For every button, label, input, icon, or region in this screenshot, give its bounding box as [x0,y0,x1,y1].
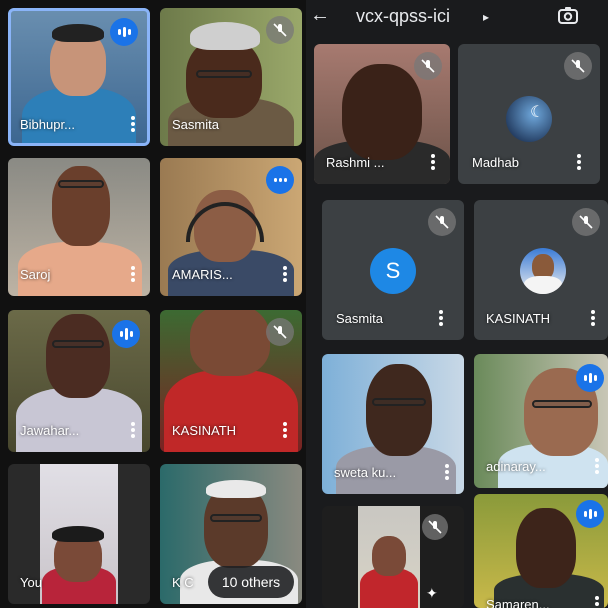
more-options-icon[interactable] [426,152,440,172]
tile-jawahar[interactable]: Jawahar... [8,310,150,452]
participant-name: Rashmi ... [326,155,385,170]
participant-name: Saroj [20,267,51,282]
person-head [46,314,110,398]
tile-participant-small[interactable]: ✦ [322,506,464,608]
person-head [186,38,262,118]
tile-sweta[interactable]: sweta ku... [322,354,464,494]
muted-mic-icon [266,318,294,346]
moon-icon: ☾ [530,104,545,121]
speaking-indicator-icon [110,18,138,46]
left-video-grid: Bibhupr... Sasmita Saroj AMARIS... Jawah… [0,0,306,608]
person-hair [206,480,266,498]
more-options-icon[interactable] [590,594,604,608]
person-head [516,508,576,588]
speaking-indicator-icon [266,166,294,194]
person-hair [52,526,104,542]
back-arrow-icon[interactable]: ← [310,4,330,27]
speaking-indicator-icon [112,320,140,348]
sparkle-icon: ✦ [426,585,438,601]
more-options-icon[interactable] [278,420,292,440]
glasses [532,400,592,408]
person-hair [190,22,260,50]
meeting-code[interactable]: vcx-qpss-ici [356,6,450,27]
participant-name: Madhab [472,155,519,170]
participant-name: KASINATH [486,311,551,326]
participant-name: Sasmita [336,311,383,326]
avatar: ☾ [506,96,552,142]
more-options-icon[interactable] [590,456,604,476]
person-head [342,64,422,160]
tile-saroj[interactable]: Saroj [8,158,150,296]
others-count-button[interactable]: 10 others [208,566,294,598]
speaking-indicator-icon [576,500,604,528]
more-options-icon[interactable] [126,114,140,134]
tile-madhab[interactable]: ☾ Madhab [458,44,600,184]
person-head [190,310,270,376]
glasses [58,180,104,188]
more-options-icon[interactable] [126,420,140,440]
person-head [52,166,110,246]
muted-mic-icon [428,208,456,236]
more-options-icon[interactable] [572,152,586,172]
tile-you[interactable]: You [8,464,150,604]
person-head [372,536,406,576]
person-head [366,364,432,456]
participant-name: You [20,575,42,590]
muted-mic-icon [266,16,294,44]
muted-mic-icon [564,52,592,80]
participant-name: Samaren... [486,597,550,608]
glasses [196,70,252,78]
avatar [520,248,566,294]
meeting-header: ← vcx-qpss-ici ▸ [306,0,608,34]
others-label: 10 others [221,574,281,590]
tile-adinaray[interactable]: adinaray... [474,354,608,488]
muted-mic-icon [572,208,600,236]
glasses [372,398,426,406]
more-options-icon[interactable] [586,308,600,328]
more-options-icon[interactable] [434,308,448,328]
more-options-icon[interactable] [278,264,292,284]
avatar: S [370,248,416,294]
glasses [52,340,104,348]
glasses [210,514,262,522]
right-video-grid: Rashmi ... ☾ Madhab S Sasmita KASINATH s… [306,0,608,608]
camera-switch-icon[interactable] [556,4,580,28]
tile-sasmita-avatar[interactable]: S Sasmita [322,200,464,340]
participant-name: Sasmita [172,117,219,132]
participant-name: K C [172,575,194,590]
meeting-info-arrow-icon[interactable]: ▸ [483,10,489,24]
tile-bibhupr[interactable]: Bibhupr... [8,8,150,146]
tile-sasmita[interactable]: Sasmita [160,8,302,146]
tile-samaren[interactable]: Samaren... [474,494,608,608]
muted-mic-icon [414,52,442,80]
participant-name: KASINATH [172,423,237,438]
speaking-indicator-icon [576,364,604,392]
tile-amaris[interactable]: AMARIS... [160,158,302,296]
muted-mic-icon [422,514,448,540]
participant-name: adinaray... [486,459,546,474]
participant-name: AMARIS... [172,267,233,282]
more-options-icon[interactable] [440,462,454,482]
tile-rashmi[interactable]: Rashmi ... [314,44,450,184]
person-hair [52,24,104,42]
tile-kasinath-avatar[interactable]: KASINATH [474,200,608,340]
more-options-icon[interactable] [126,264,140,284]
tile-kasinath[interactable]: KASINATH [160,310,302,452]
participant-name: Bibhupr... [20,117,75,132]
participant-name: sweta ku... [334,465,397,480]
participant-name: Jawahar... [20,423,80,438]
